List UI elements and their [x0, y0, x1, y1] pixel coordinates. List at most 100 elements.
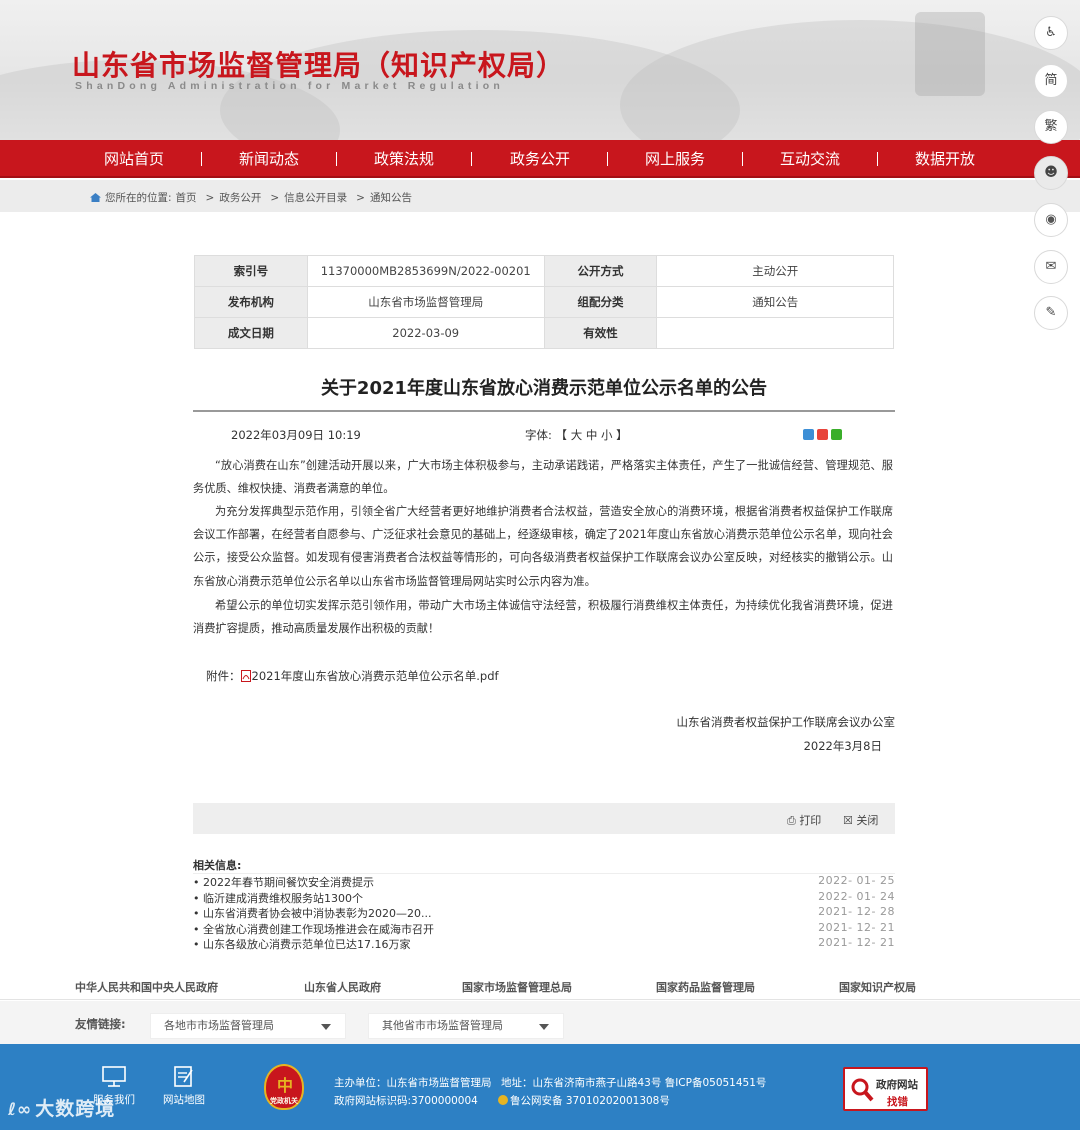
breadcrumb-home[interactable]: 首页 [176, 192, 197, 204]
site-footer: 服务我们 网站地图 中 党政机关 主办单位：山东省市场监督管理局 地址：山东省济… [0, 1044, 1080, 1130]
breadcrumb-gov-affairs[interactable]: 政务公开 [219, 192, 261, 204]
print-label: 打印 [799, 814, 822, 827]
nav-online-service[interactable]: 网上服务 [620, 140, 730, 178]
nav-interaction[interactable]: 互动交流 [755, 140, 865, 178]
related-item-title[interactable]: • 2022年春节期间餐饮安全消费提示 [193, 874, 374, 890]
feedback-button[interactable]: ✎ [1034, 296, 1068, 330]
header-seal-decoration [915, 12, 985, 96]
breadcrumb-separator: > [205, 192, 215, 204]
footer-address: 地址：山东省济南市燕子山路43号 鲁ICP备05051451号 [501, 1077, 767, 1089]
weibo-button[interactable]: ◉ [1034, 203, 1068, 237]
weibo-share-icon[interactable] [817, 429, 828, 440]
pdf-icon [240, 670, 251, 682]
nav-policy[interactable]: 政策法规 [349, 140, 459, 178]
category-label: 组配分类 [543, 286, 658, 318]
nav-separator [742, 152, 743, 166]
open-method-label: 公开方式 [543, 255, 658, 287]
article-paragraph: 为充分发挥典型示范作用，引领全省广大经营者更好地维护消费者合法权益，营造安全放心… [193, 505, 893, 588]
weibo-icon: ◉ [1045, 212, 1057, 227]
font-large-button[interactable]: 大 [571, 428, 583, 442]
wechat-button[interactable]: ✉ [1034, 250, 1068, 284]
related-item-title[interactable]: • 全省放心消费创建工作现场推进会在威海市召开 [193, 921, 434, 937]
site-map-link[interactable]: 网站地图 [154, 1066, 214, 1107]
monitor-icon [102, 1066, 126, 1087]
article-paragraph: 希望公示的单位切实发挥示范引领作用，带动广大市场主体诚信守法经营，积极履行消费维… [193, 599, 893, 636]
gov-link-cnipa[interactable]: 国家知识产权局 [839, 979, 916, 995]
main-nav: 网站首页 新闻动态 政策法规 政务公开 网上服务 互动交流 数据开放 [0, 140, 1080, 178]
attachment: 附件： 2021年度山东省放心消费示范单位公示名单.pdf [206, 668, 499, 684]
print-icon: ⎙ [787, 814, 796, 827]
article-paragraph: “放心消费在山东”创建活动开展以来，广大市场主体积极参与，主动承诺践诺，严格落实… [193, 459, 893, 496]
validity-value [656, 317, 894, 349]
related-item-title[interactable]: • 临沂建成消费维权服务站1300个 [193, 890, 363, 906]
watermark-logo: ℓ∞ 大数跨境 [8, 1094, 115, 1121]
nav-gov-affairs[interactable]: 政务公开 [485, 140, 595, 178]
site-subtitle: ShanDong Administration for Market Regul… [75, 80, 504, 92]
breadcrumb: 您所在的位置: 首页 > 政务公开 > 信息公开目录 > 通知公告 [90, 190, 416, 205]
index-value: 11370000MB2853699N/2022-00201 [306, 255, 545, 287]
publisher-value: 山东省市场监督管理局 [306, 286, 545, 318]
footer-site-code: 政府网站标识码:3700000004 [334, 1095, 478, 1107]
related-item-title[interactable]: • 山东省消费者协会被中消协表彰为2020—20... [193, 905, 431, 921]
watermark-text: 大数跨境 [35, 1098, 116, 1120]
gov-link-central[interactable]: 中华人民共和国中央人民政府 [75, 979, 218, 995]
signature-date: 2022年3月8日 [803, 739, 882, 753]
written-date-value: 2022-03-09 [306, 317, 545, 349]
nav-news[interactable]: 新闻动态 [214, 140, 324, 178]
robot-assistant-button[interactable]: ☻ [1034, 156, 1068, 190]
related-item[interactable]: • 临沂建成消费维权服务站1300个 2022- 01- 24 [193, 890, 895, 906]
related-item-title[interactable]: • 山东各级放心消费示范单位已达17.16万家 [193, 936, 410, 952]
nav-separator [607, 152, 608, 166]
police-badge-icon [498, 1095, 508, 1105]
publisher-label: 发布机构 [194, 286, 308, 318]
robot-icon: ☻ [1044, 165, 1058, 180]
city-bureau-select[interactable]: 各地市市场监督管理局 [150, 1013, 346, 1039]
other-province-select[interactable]: 其他省市市场监督管理局 [368, 1013, 564, 1039]
related-item-date: 2021- 12- 21 [818, 921, 895, 934]
site-title[interactable]: 山东省市场监督管理局（知识产权局） [72, 44, 565, 84]
font-medium-button[interactable]: 中 [586, 428, 598, 442]
breadcrumb-info-catalog[interactable]: 信息公开目录 [284, 192, 347, 204]
close-button[interactable]: ☒ 关闭 [843, 812, 878, 828]
related-item-date: 2022- 01- 24 [818, 890, 895, 903]
traditional-chinese-button[interactable]: 繁 [1034, 110, 1068, 144]
nav-home[interactable]: 网站首页 [79, 140, 189, 178]
breadcrumb-notice[interactable]: 通知公告 [370, 192, 412, 204]
article-tool-bar: ⎙ 打印 ☒ 关闭 [193, 803, 895, 834]
validity-label: 有效性 [543, 317, 658, 349]
nav-open-data[interactable]: 数据开放 [890, 140, 1000, 178]
breadcrumb-prefix: 您所在的位置: [105, 192, 172, 204]
accessibility-button[interactable]: ♿ [1034, 16, 1068, 50]
other-province-select-value: 其他省市市场监督管理局 [382, 1019, 503, 1032]
category-value: 通知公告 [656, 286, 894, 318]
attachment-link[interactable]: 2021年度山东省放心消费示范单位公示名单.pdf [252, 669, 499, 683]
friend-links-label: 友情链接: [75, 1017, 126, 1031]
gov-link-nmpa[interactable]: 国家药品监督管理局 [656, 979, 755, 995]
find-error-title: 政府网站 [876, 1079, 918, 1091]
party-gov-emblem[interactable]: 中 党政机关 [264, 1064, 304, 1110]
find-error-button[interactable]: 政府网站 找错 [843, 1067, 928, 1111]
wechat-icon: ✉ [1045, 259, 1057, 274]
font-size-end: 】 [616, 428, 628, 442]
accessibility-icon: ♿ [1045, 25, 1057, 40]
breadcrumb-bar: 您所在的位置: 首页 > 政务公开 > 信息公开目录 > 通知公告 [0, 180, 1080, 212]
qzone-share-icon[interactable] [803, 429, 814, 440]
gov-link-samr[interactable]: 国家市场监督管理总局 [462, 979, 572, 995]
nav-separator [471, 152, 472, 166]
related-info-label: 相关信息: [193, 857, 895, 874]
related-item-date: 2021- 12- 21 [818, 936, 895, 949]
footer-host: 主办单位：山东省市场监督管理局 [334, 1077, 492, 1089]
print-button[interactable]: ⎙ 打印 [787, 812, 821, 828]
font-small-button[interactable]: 小 [601, 428, 613, 442]
simplified-chinese-button[interactable]: 简 [1034, 64, 1068, 98]
sitemap-icon [174, 1066, 193, 1087]
gov-link-shandong[interactable]: 山东省人民政府 [304, 979, 381, 995]
related-item-date: 2021- 12- 28 [818, 905, 895, 918]
related-item[interactable]: • 山东各级放心消费示范单位已达17.16万家 2021- 12- 21 [193, 936, 895, 952]
related-item[interactable]: • 全省放心消费创建工作现场推进会在威海市召开 2021- 12- 21 [193, 921, 895, 937]
nav-separator [336, 152, 337, 166]
related-item[interactable]: • 2022年春节期间餐饮安全消费提示 2022- 01- 25 [193, 874, 895, 890]
signature-org: 山东省消费者权益保护工作联席会议办公室 [676, 715, 896, 729]
wechat-share-icon[interactable] [831, 429, 842, 440]
related-item[interactable]: • 山东省消费者协会被中消协表彰为2020—20... 2021- 12- 28 [193, 905, 895, 921]
